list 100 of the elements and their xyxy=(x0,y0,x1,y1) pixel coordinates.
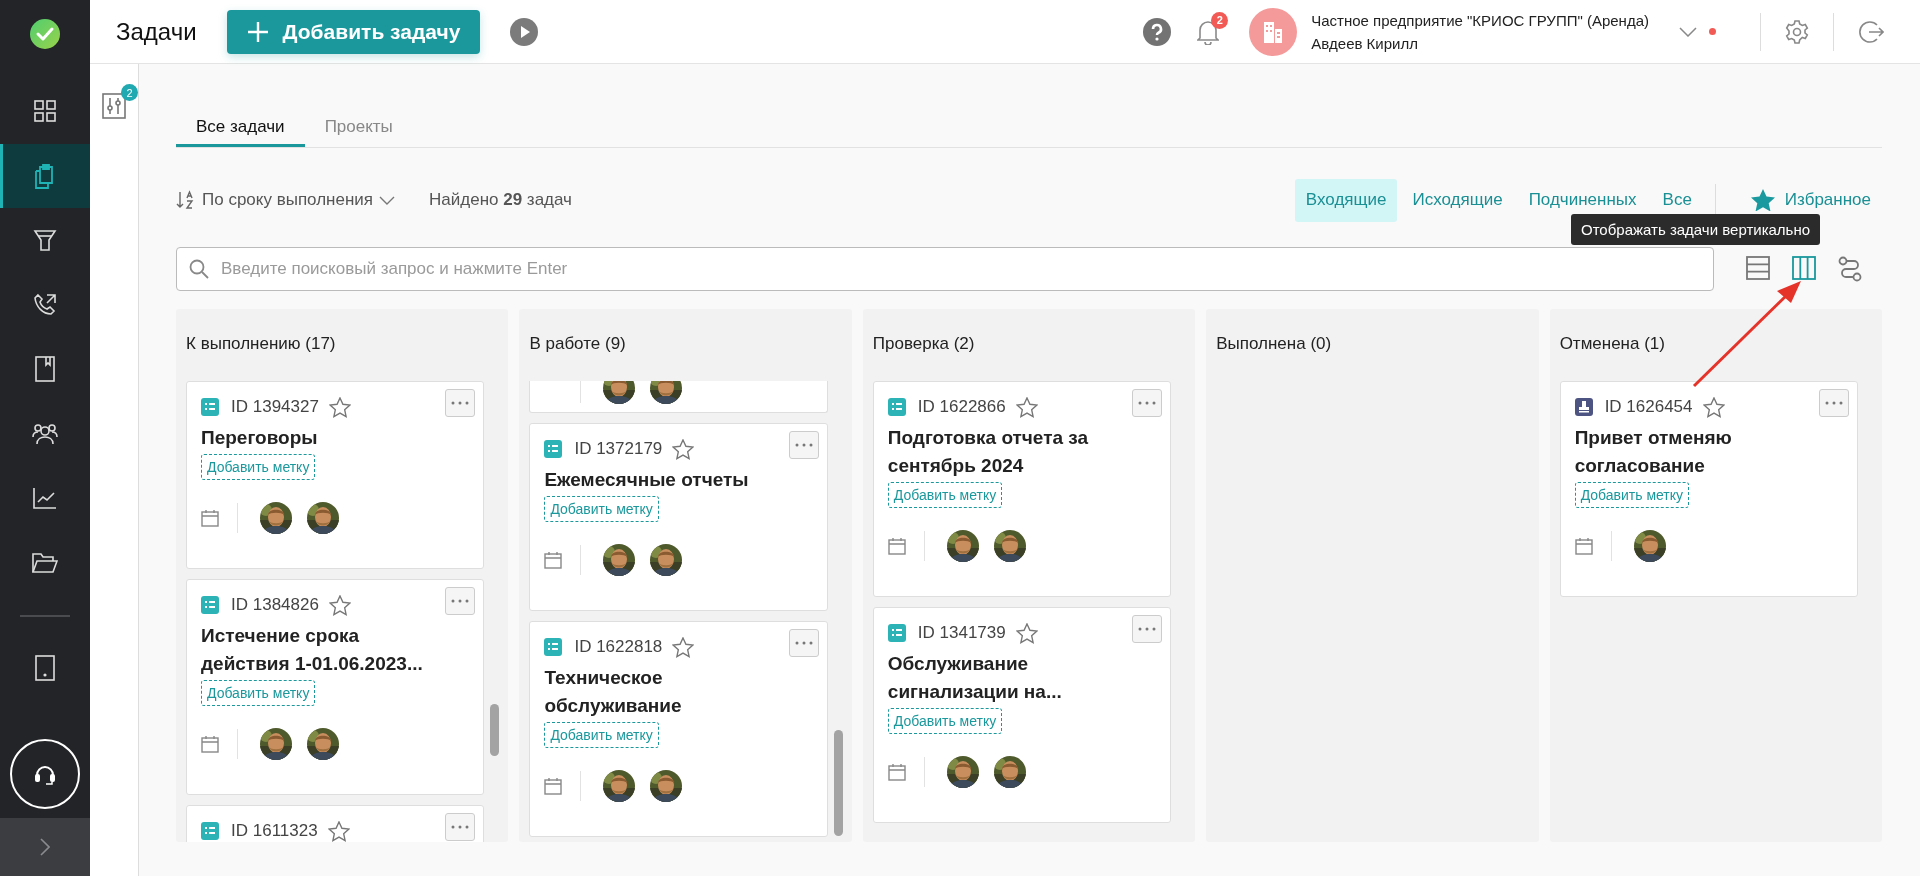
task-card[interactable]: ID 1622818 Техническое обслуживание Добавить метку xyxy=(529,621,828,837)
settings-icon[interactable] xyxy=(1785,19,1809,44)
phone-icon xyxy=(33,292,57,317)
task-id: ID 1341739 xyxy=(917,623,1006,643)
plus-icon xyxy=(246,20,269,43)
chevron-icon xyxy=(40,838,50,856)
calendar-icon[interactable] xyxy=(1574,537,1593,555)
task-card[interactable]: ID 1372179 Ежемесячные отчеты Добавить метку xyxy=(529,423,828,611)
folder-icon xyxy=(32,551,58,574)
task-id: ID 1372179 xyxy=(574,439,663,459)
dots-icon xyxy=(451,825,470,829)
calendar-icon[interactable] xyxy=(544,777,563,795)
column-title: Отменена (1) xyxy=(1559,334,1665,354)
task-title[interactable]: Переговоры xyxy=(201,424,470,452)
stamp-icon xyxy=(1574,398,1593,416)
grid-icon xyxy=(34,100,56,123)
dots-icon xyxy=(1138,627,1157,631)
task-title[interactable]: Подготовка отчета за сентябрь 2024 xyxy=(887,424,1157,480)
dots-icon xyxy=(1825,401,1844,405)
dots-icon xyxy=(451,599,470,603)
list-icon xyxy=(544,638,563,656)
support-button[interactable] xyxy=(10,739,80,809)
sidebar-item[interactable] xyxy=(0,143,90,208)
add-tag-button[interactable]: Добавить метку xyxy=(887,708,1003,734)
filter-icon[interactable] xyxy=(102,91,126,119)
star-icon xyxy=(1750,189,1775,211)
dots-icon xyxy=(794,641,813,645)
star-icon[interactable] xyxy=(327,820,350,842)
search-field[interactable]: Введите поисковый запрос и нажмите Enter xyxy=(176,247,1714,291)
dots-icon xyxy=(451,401,470,405)
star-icon[interactable] xyxy=(1702,396,1725,418)
add-tag-button[interactable]: Добавить метку xyxy=(1574,482,1690,508)
calendar-icon[interactable] xyxy=(887,537,906,555)
task-card[interactable]: ID 1394327 Переговоры Добавить метку xyxy=(186,381,485,569)
task-title[interactable]: Ежемесячные отчеты xyxy=(544,466,813,494)
results-count: Найдено 29 задач xyxy=(429,190,572,210)
logo-icon[interactable] xyxy=(30,18,60,49)
task-title[interactable]: Истечение срока действия 1-01.06.2023... xyxy=(201,622,470,678)
task-id: ID 1626454 xyxy=(1604,397,1693,417)
star-icon[interactable] xyxy=(1015,622,1038,644)
sort-icon xyxy=(176,190,196,210)
notification-badge: 2 xyxy=(1211,11,1229,29)
calendar-icon[interactable] xyxy=(887,763,906,781)
add-tag-button[interactable]: Добавить метку xyxy=(887,482,1003,508)
star-icon[interactable] xyxy=(328,594,351,616)
list-icon xyxy=(544,440,563,458)
search-icon xyxy=(189,259,209,279)
help-icon[interactable] xyxy=(1143,17,1172,46)
add-tag-button[interactable]: Добавить метку xyxy=(201,454,316,480)
chevron-down-icon[interactable] xyxy=(1679,26,1697,37)
add-tag-button[interactable]: Добавить метку xyxy=(201,680,316,706)
calendar-icon[interactable] xyxy=(201,509,219,527)
building-icon xyxy=(1262,19,1285,44)
filter-badge: 2 xyxy=(121,84,138,101)
tooltip: Отображать задачи вертикально xyxy=(1571,214,1821,245)
list-icon xyxy=(201,398,219,416)
view-toggle[interactable] xyxy=(1838,256,1862,282)
tab[interactable]: Все задачи xyxy=(176,109,305,147)
add-tag-button[interactable]: Добавить метку xyxy=(544,496,659,522)
star-icon[interactable] xyxy=(328,396,351,418)
view-toggle[interactable] xyxy=(1746,256,1770,282)
task-id: ID 1384826 xyxy=(231,595,319,615)
clipboard-icon xyxy=(34,162,56,189)
task-card[interactable] xyxy=(529,381,828,413)
rows-icon xyxy=(1746,256,1770,280)
flow-icon xyxy=(1838,256,1862,282)
page-title: Задачи xyxy=(116,17,197,46)
dots-icon xyxy=(794,443,813,447)
dots-icon xyxy=(1138,401,1157,405)
star-icon[interactable] xyxy=(672,636,695,658)
task-card[interactable]: ID 1611323 xyxy=(186,805,485,842)
filter-tab[interactable]: Исходящие xyxy=(1401,178,1514,222)
column-title: В работе (9) xyxy=(529,334,626,354)
view-toggle[interactable] xyxy=(1792,256,1816,282)
column-title: Проверка (2) xyxy=(872,334,975,354)
task-title[interactable]: Привет отменяю согласование xyxy=(1574,424,1844,480)
task-card[interactable]: ID 1341739 Обслуживание сигнализации на... Добавить метку xyxy=(872,607,1172,823)
task-title[interactable]: Обслуживание сигнализации на... xyxy=(887,650,1157,706)
task-id: ID 1622866 xyxy=(917,397,1006,417)
task-card[interactable]: ID 1626454 Привет отменяю согласование Добавить метку xyxy=(1559,381,1859,597)
task-title[interactable]: Техническое обслуживание xyxy=(544,664,813,720)
calendar-icon[interactable] xyxy=(544,551,563,569)
people-icon xyxy=(32,422,58,445)
play-icon[interactable] xyxy=(510,17,539,46)
task-card[interactable]: ID 1384826 Истечение срока действия 1-01.06.2023... Добавить метку xyxy=(186,579,485,795)
column-title: Выполнена (0) xyxy=(1216,334,1332,354)
task-card[interactable]: ID 1622866 Подготовка отчета за сентябрь 2024 Добавить метку xyxy=(872,381,1172,597)
star-icon[interactable] xyxy=(672,438,695,460)
scrollbar-thumb[interactable] xyxy=(833,730,843,836)
calendar-icon[interactable] xyxy=(201,735,219,753)
scrollbar-thumb[interactable] xyxy=(490,704,500,756)
list-icon xyxy=(887,398,906,416)
column-title: К выполнению (17) xyxy=(186,334,336,354)
sort-dropdown[interactable]: По сроку выполнения xyxy=(176,190,396,210)
logout-icon[interactable] xyxy=(1858,19,1884,44)
list-icon xyxy=(201,822,219,840)
task-id: ID 1622818 xyxy=(574,637,663,657)
add-tag-button[interactable]: Добавить метку xyxy=(544,722,659,748)
columns-icon xyxy=(1792,256,1816,280)
star-icon[interactable] xyxy=(1015,396,1038,418)
